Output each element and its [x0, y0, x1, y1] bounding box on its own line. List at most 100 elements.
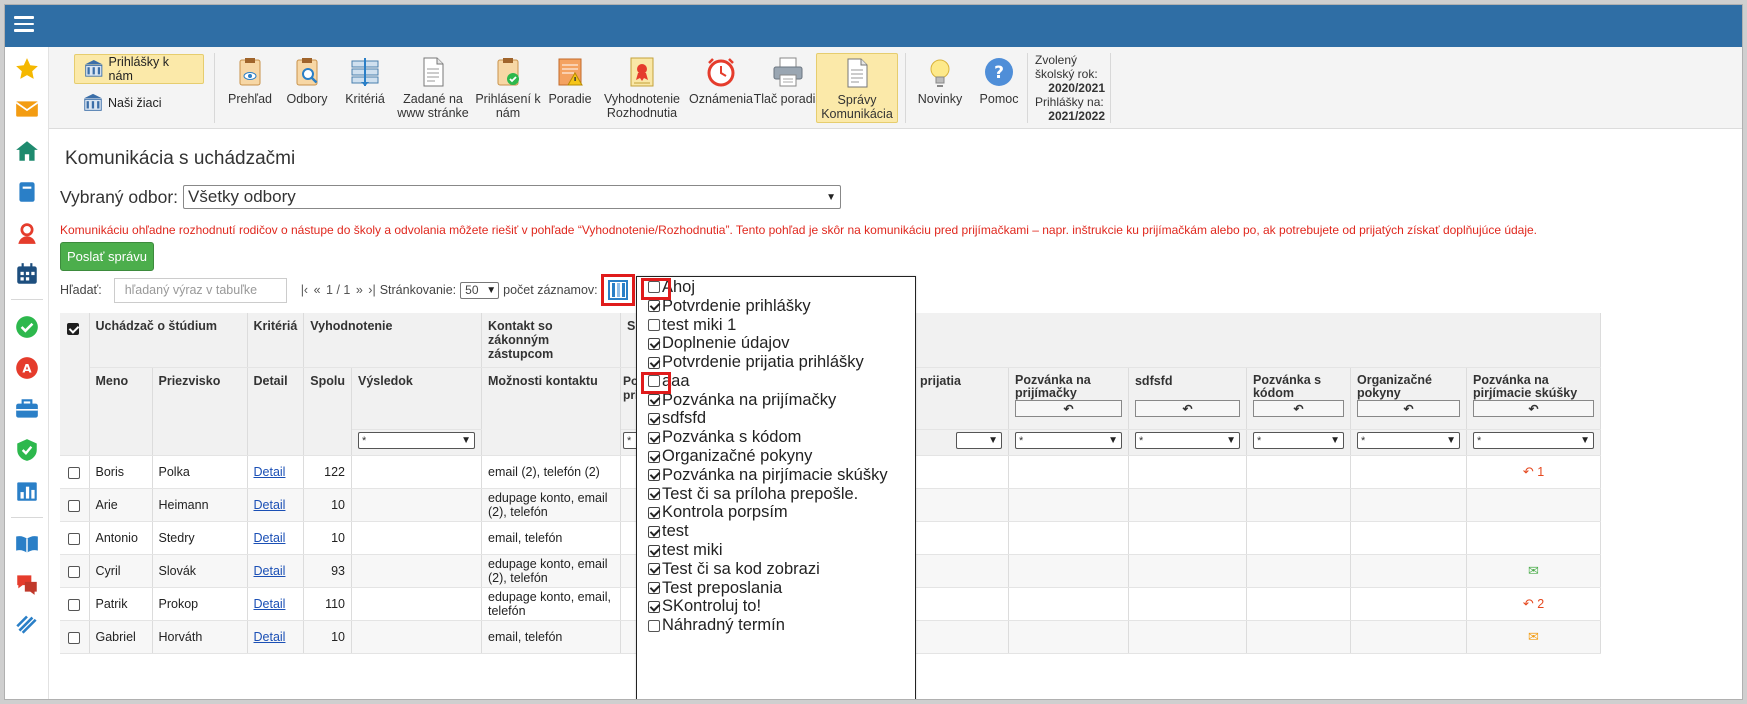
cell-msg-status[interactable]: ↶ 2 — [1466, 587, 1601, 621]
column-option[interactable]: Organizačné pokyny — [637, 447, 915, 466]
tool-zadane-na-www[interactable]: Zadané na www stránke — [395, 53, 471, 123]
reply-filter-button[interactable]: ↶ — [1356, 400, 1460, 417]
column-option-checkbox[interactable] — [648, 375, 660, 388]
paperclip-icon[interactable] — [13, 609, 41, 637]
column-option[interactable]: Potvrdenie prihlášky — [637, 297, 915, 316]
column-option[interactable]: Potvrdenie prijatia prihlášky — [637, 353, 915, 372]
hamburger-menu-icon[interactable] — [14, 16, 34, 34]
row-checkbox[interactable] — [68, 532, 80, 545]
cell-msg-status[interactable]: ↶ 1 — [1466, 455, 1601, 489]
column-option-checkbox[interactable] — [648, 412, 660, 425]
search-input[interactable]: hľadaný výraz v tabuľke — [113, 277, 287, 303]
briefcase-icon[interactable] — [13, 395, 41, 423]
reply-filter-button[interactable]: ↶ — [1014, 400, 1122, 417]
column-option[interactable]: Test preposlania — [637, 579, 915, 598]
row-checkbox[interactable] — [68, 565, 80, 578]
filter-select[interactable]: * ▼ — [1252, 432, 1344, 449]
cell-msg-status[interactable] — [1466, 521, 1601, 555]
grade-badge-icon[interactable]: A — [13, 354, 41, 382]
column-option-checkbox[interactable] — [648, 337, 660, 350]
page-size-select[interactable]: 50 ▼ — [460, 281, 500, 299]
column-option-checkbox[interactable] — [648, 544, 660, 557]
row-checkbox[interactable] — [68, 598, 80, 611]
column-option-checkbox[interactable] — [648, 281, 660, 294]
mail-icon[interactable] — [13, 95, 41, 123]
pager-last-button[interactable]: ›| — [368, 283, 375, 297]
detail-link[interactable]: Detail — [254, 531, 286, 545]
row-checkbox[interactable] — [68, 499, 80, 512]
tool-pomoc[interactable]: ? Pomoc — [961, 53, 1037, 123]
detail-link[interactable]: Detail — [254, 597, 286, 611]
column-option[interactable]: Pozvánka na prijímačky — [637, 391, 915, 410]
column-option[interactable]: Doplnenie údajov — [637, 334, 915, 353]
check-circle-icon[interactable] — [13, 313, 41, 341]
school-year-info[interactable]: Zvolený školský rok: 2020/2021 Prihlášky… — [1035, 53, 1105, 123]
column-option-checkbox[interactable] — [648, 619, 660, 632]
tool-vyhodnotenie[interactable]: Vyhodnotenie Rozhodnutia — [599, 53, 685, 123]
column-option[interactable]: test miki 1 — [637, 316, 915, 335]
column-option-checkbox[interactable] — [648, 600, 660, 613]
column-option-checkbox[interactable] — [648, 450, 660, 463]
column-option[interactable]: Náhradný termín — [637, 616, 915, 635]
column-option[interactable]: Test či sa kod zobrazi — [637, 560, 915, 579]
col-total[interactable]: Spolu — [303, 367, 352, 456]
column-option[interactable]: test miki — [637, 541, 915, 560]
column-option-checkbox[interactable] — [648, 488, 660, 501]
column-option[interactable]: Kontrola porpsím — [637, 503, 915, 523]
user-icon[interactable] — [13, 219, 41, 247]
filter-prijatia-select[interactable]: ▼ — [955, 432, 1002, 449]
tool-kriteria[interactable]: Kritériá — [327, 53, 403, 123]
detail-link[interactable]: Detail — [254, 465, 286, 479]
tool-poradie[interactable]: Poradie — [532, 53, 608, 123]
filter-select[interactable]: * ▼ — [1472, 432, 1594, 449]
detail-link[interactable]: Detail — [254, 498, 286, 512]
column-option-checkbox[interactable] — [648, 582, 660, 595]
column-option[interactable]: sdfsfd — [637, 409, 915, 429]
chat-icon[interactable] — [13, 570, 41, 598]
detail-link[interactable]: Detail — [254, 564, 286, 578]
column-option[interactable]: aaa — [637, 372, 915, 391]
reply-filter-button[interactable]: ↶ — [1472, 400, 1594, 417]
col-result[interactable]: Výsledok — [351, 367, 482, 430]
column-option-checkbox[interactable] — [648, 469, 660, 482]
pager-prev-button[interactable]: « — [314, 283, 321, 297]
tool-spravy-komunikacia[interactable]: Správy Komunikácia — [816, 53, 898, 123]
column-option-checkbox[interactable] — [648, 525, 660, 538]
column-option[interactable]: Pozvánka s kódom — [637, 428, 915, 447]
column-option-checkbox[interactable] — [648, 394, 660, 407]
row-checkbox[interactable] — [68, 466, 80, 479]
column-option-checkbox[interactable] — [648, 563, 660, 576]
row-checkbox[interactable] — [68, 631, 80, 644]
filter-select[interactable]: * ▼ — [1356, 432, 1460, 449]
pager-next-button[interactable]: » — [356, 283, 363, 297]
filter-select[interactable]: * ▼ — [1134, 432, 1240, 449]
column-chooser-button[interactable] — [601, 274, 635, 306]
column-option-checkbox[interactable] — [648, 431, 660, 444]
tool-tlac-poradia[interactable]: Tlač poradia — [750, 53, 826, 123]
tool-oznamenia[interactable]: Oznámenia — [683, 53, 759, 123]
notebook-icon[interactable] — [13, 178, 41, 206]
nav-prihlasky-k-nam[interactable]: Prihlášky k nám — [74, 54, 204, 84]
cell-msg-status[interactable]: ✉ — [1466, 554, 1601, 588]
star-icon[interactable] — [13, 55, 41, 83]
column-option[interactable]: Ahoj — [637, 278, 915, 297]
column-option-checkbox[interactable] — [648, 506, 660, 519]
reply-filter-button[interactable]: ↶ — [1134, 400, 1240, 417]
cell-msg-status[interactable]: ✉ — [1466, 620, 1601, 654]
column-option[interactable]: test — [637, 522, 915, 541]
column-option[interactable]: Pozvánka na pirjímacie skúšky — [637, 466, 915, 485]
column-option[interactable]: SKontroluj to! — [637, 597, 915, 617]
filter-select[interactable]: * ▼ — [1014, 432, 1122, 449]
column-option-checkbox[interactable] — [648, 356, 660, 369]
calendar-icon[interactable] — [13, 260, 41, 288]
col-last-name[interactable]: Priezvisko — [152, 367, 248, 456]
select-all-checkbox[interactable] — [67, 322, 79, 335]
home-icon[interactable] — [13, 137, 41, 165]
nav-nasi-ziaci[interactable]: Naši žiaci — [74, 88, 204, 118]
bar-chart-icon[interactable] — [13, 477, 41, 505]
col-first-name[interactable]: Meno — [89, 367, 153, 456]
column-option-checkbox[interactable] — [648, 318, 660, 331]
open-book-icon[interactable] — [13, 529, 41, 557]
detail-link[interactable]: Detail — [254, 630, 286, 644]
pager-first-button[interactable]: |‹ — [301, 283, 308, 297]
